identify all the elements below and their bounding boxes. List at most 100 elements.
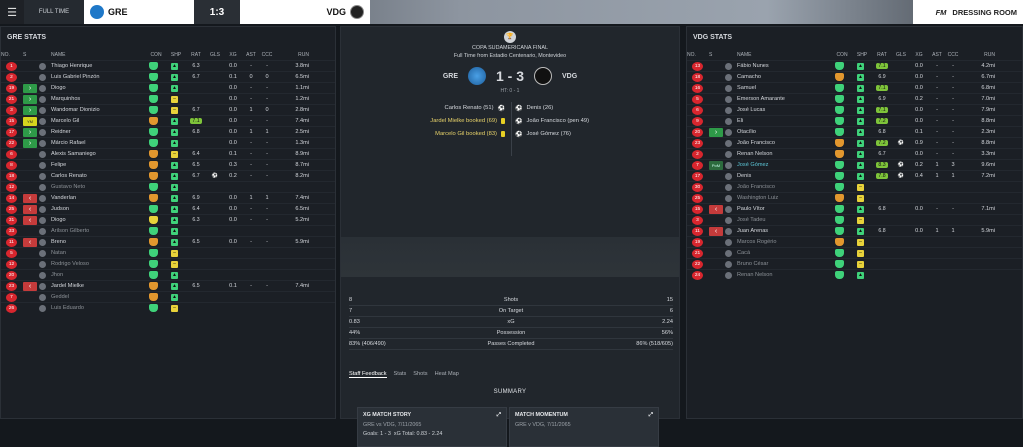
- column-header[interactable]: NAME: [51, 52, 145, 58]
- player-name[interactable]: Márcio Rafael: [51, 140, 145, 146]
- player-row[interactable]: 19 › Diogo ▲ 0.0 - - 1.1mi: [1, 82, 335, 93]
- player-name[interactable]: Bruno César: [737, 261, 831, 267]
- player-name[interactable]: Diogo: [51, 85, 145, 91]
- player-row[interactable]: 15 ‹ Paulo Vítor ▲ 6.8 0.0 - - 7.1mi: [687, 203, 1022, 214]
- player-row[interactable]: 8 Felipe ▲ 6.5 0.3 - - 8.7mi: [1, 159, 335, 170]
- player-name[interactable]: Paulo Vítor: [737, 206, 831, 212]
- player-name[interactable]: Marquinhos: [51, 96, 145, 102]
- player-name[interactable]: Juan Arenas: [737, 228, 831, 234]
- player-row[interactable]: 33 Arilson Gilberto ▲: [1, 225, 335, 236]
- column-header[interactable]: NO.: [687, 52, 709, 58]
- player-name[interactable]: Geddel: [51, 294, 145, 300]
- player-row[interactable]: 19 Marcos Rogério –: [687, 236, 1022, 247]
- player-name[interactable]: Thiago Henrique: [51, 63, 145, 69]
- column-header[interactable]: SHP: [853, 52, 871, 58]
- column-header[interactable]: AST: [929, 52, 945, 58]
- player-row[interactable]: 2 Renan Nelson ▲ 6.7 0.0 - - 3.3mi: [687, 148, 1022, 159]
- player-row[interactable]: 13 Fábio Nunes ▲ 7.1 0.0 - - 4.2mi: [687, 60, 1022, 71]
- away-team[interactable]: VDG: [240, 5, 370, 19]
- player-name[interactable]: Felipe: [51, 162, 145, 168]
- player-name[interactable]: Eli: [737, 118, 831, 124]
- momentum-card[interactable]: MATCH MOMENTUM ⤢ GRE v VDG, 7/11/2065: [509, 407, 659, 447]
- player-row[interactable]: 22 › Márcio Rafael ▲ 0.0 - - 1.3mi: [1, 137, 335, 148]
- player-row[interactable]: 25 Washington Luiz –: [687, 192, 1022, 203]
- column-header[interactable]: CCC: [259, 52, 275, 58]
- player-row[interactable]: 21 › Marquinhos – 0.0 - - 1.2mi: [1, 93, 335, 104]
- tab-heat-map[interactable]: Heat Map: [435, 371, 459, 378]
- player-row[interactable]: 26 Luis Eduardo –: [1, 302, 335, 313]
- home-team[interactable]: GRE: [84, 5, 194, 19]
- player-name[interactable]: Natan: [51, 250, 145, 256]
- player-row[interactable]: 20 › Otacílio ▲ 6.8 0.1 - - 2.3mi: [687, 126, 1022, 137]
- column-header[interactable]: XG: [223, 52, 243, 58]
- player-name[interactable]: José Lucas: [737, 107, 831, 113]
- player-row[interactable]: 23 ‹ Jardel Mielke ▲ 6.5 0.1 - - 7.4mi: [1, 280, 335, 291]
- player-name[interactable]: Washington Luiz: [737, 195, 831, 201]
- player-row[interactable]: 3 › Wandomar Dionizio – 6.7 0.0 1 0 2.8mi: [1, 104, 335, 115]
- column-header[interactable]: RUN: [961, 52, 999, 58]
- column-header[interactable]: RAT: [871, 52, 893, 58]
- player-name[interactable]: Fábio Nunes: [737, 63, 831, 69]
- player-row[interactable]: 5 Natan –: [1, 247, 335, 258]
- player-row[interactable]: 11 ‹ Breno ▲ 6.5 0.0 - - 5.9mi: [1, 236, 335, 247]
- player-row[interactable]: 30 João Francisco –: [687, 181, 1022, 192]
- column-header[interactable]: GLS: [207, 52, 223, 58]
- player-name[interactable]: Arilson Gilberto: [51, 228, 145, 234]
- player-name[interactable]: Marcelo Gil: [51, 118, 145, 124]
- player-row[interactable]: 21 Cacá –: [687, 247, 1022, 258]
- player-name[interactable]: Luis Gabriel Pinzón: [51, 74, 145, 80]
- player-name[interactable]: Jhon: [51, 272, 145, 278]
- expand-icon[interactable]: ⤢: [649, 412, 653, 419]
- player-row[interactable]: 7 PoM José Gómez ▲ 8.3 ⚽ 0.2 1 3 9.6mi: [687, 159, 1022, 170]
- column-header[interactable]: XG: [909, 52, 929, 58]
- column-header[interactable]: RUN: [275, 52, 313, 58]
- player-row[interactable]: 23 João Francisco ▲ 7.2 ⚽ 0.9 - - 8.8mi: [687, 137, 1022, 148]
- player-name[interactable]: Wandomar Dionizio: [51, 107, 145, 113]
- player-name[interactable]: Breno: [51, 239, 145, 245]
- player-name[interactable]: Vanderlan: [51, 195, 145, 201]
- tab-shots[interactable]: Shots: [413, 371, 427, 378]
- dressing-room-button[interactable]: FM DRESSING ROOM: [913, 0, 1023, 24]
- player-row[interactable]: 6 Alexis Samaniego – 6.4 0.1 - - 8.9mi: [1, 148, 335, 159]
- player-name[interactable]: Diogo: [51, 217, 145, 223]
- player-row[interactable]: 31 ‹ Diogo ▲ 6.3 0.0 - - 5.2mi: [1, 214, 335, 225]
- player-name[interactable]: Jardel Mielke: [51, 283, 145, 289]
- player-name[interactable]: Otacílio: [737, 129, 831, 135]
- player-name[interactable]: Cacá: [737, 250, 831, 256]
- xg-story-card[interactable]: XG MATCH STORY ⤢ GRE vs VDG, 7/11/2065 Go…: [357, 407, 507, 447]
- column-header[interactable]: NAME: [737, 52, 831, 58]
- player-row[interactable]: 12 Gustavo Neto ▲: [1, 181, 335, 192]
- player-name[interactable]: Renan Nelson: [737, 151, 831, 157]
- column-header[interactable]: SHP: [167, 52, 185, 58]
- player-row[interactable]: 20 Jhon ▲: [1, 269, 335, 280]
- player-name[interactable]: Samuel: [737, 85, 831, 91]
- tab-stats[interactable]: Stats: [394, 371, 407, 378]
- player-row[interactable]: 1 Thiago Henrique ▲ 6.3 0.0 - - 3.8mi: [1, 60, 335, 71]
- player-name[interactable]: Denis: [737, 173, 831, 179]
- player-name[interactable]: João Francisco: [737, 184, 831, 190]
- player-row[interactable]: 22 Bruno César –: [687, 258, 1022, 269]
- player-name[interactable]: Reidner: [51, 129, 145, 135]
- player-name[interactable]: José Gómez: [737, 162, 831, 168]
- player-row[interactable]: 18 Carlos Renato ▲ 6.7 ⚽ 0.2 - - 8.2mi: [1, 170, 335, 181]
- player-name[interactable]: Carlos Renato: [51, 173, 145, 179]
- column-header[interactable]: NO.: [1, 52, 23, 58]
- player-row[interactable]: 16 Samuel ▲ 7.1 0.0 - - 6.8mi: [687, 82, 1022, 93]
- player-row[interactable]: 2 Luis Gabriel Pinzón ▲ 6.7 0.1 0 0 6.5mi: [1, 71, 335, 82]
- column-header[interactable]: S: [23, 52, 35, 58]
- player-row[interactable]: 18 Camacho ▲ 6.9 0.0 - - 6.7mi: [687, 71, 1022, 82]
- player-name[interactable]: João Francisco: [737, 140, 831, 146]
- column-header[interactable]: CON: [145, 52, 167, 58]
- player-row[interactable]: 17 › Reidner ▲ 6.8 0.0 1 1 2.5mi: [1, 126, 335, 137]
- player-name[interactable]: Renan Nelson: [737, 272, 831, 278]
- player-row[interactable]: 9 Eli ▲ 7.2 0.0 - - 8.8mi: [687, 115, 1022, 126]
- expand-icon[interactable]: ⤢: [497, 412, 501, 419]
- column-header[interactable]: CCC: [945, 52, 961, 58]
- player-row[interactable]: 7 Geddel ▲: [1, 291, 335, 302]
- player-row[interactable]: 12 Rodrigo Veloso –: [1, 258, 335, 269]
- player-name[interactable]: Gustavo Neto: [51, 184, 145, 190]
- column-header[interactable]: AST: [243, 52, 259, 58]
- player-row[interactable]: 5 Emerson Amarante ▲ 6.9 0.2 - - 7.0mi: [687, 93, 1022, 104]
- column-header[interactable]: CON: [831, 52, 853, 58]
- column-header[interactable]: GLS: [893, 52, 909, 58]
